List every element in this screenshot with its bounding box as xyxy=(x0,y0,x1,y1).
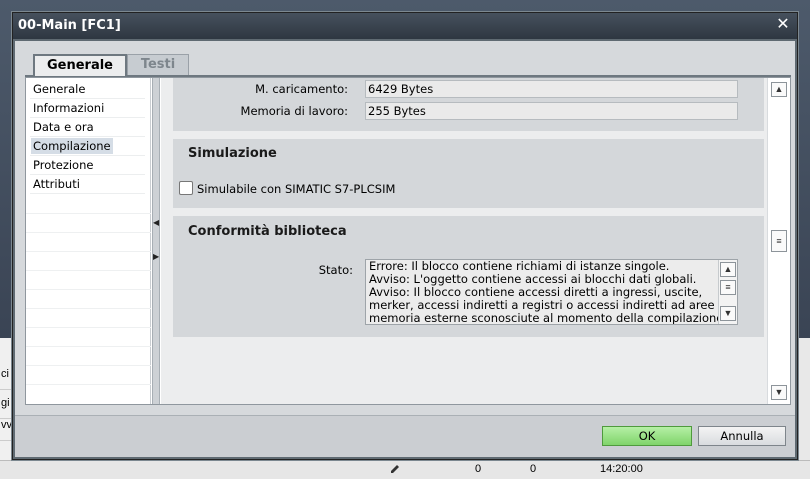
conformita-section: Conformità biblioteca Stato: Errore: Il … xyxy=(173,216,764,337)
nav-item-compilazione[interactable]: Compilazione xyxy=(30,137,145,156)
nav-item-protezione[interactable]: Protezione xyxy=(30,156,145,175)
simulazione-section: Simulazione Simulabile con SIMATIC S7-PL… xyxy=(173,139,764,208)
close-icon: ✕ xyxy=(776,16,790,33)
background-status-row: 0 0 14:20:00 xyxy=(0,460,810,479)
cancel-button[interactable]: Annulla xyxy=(698,426,786,446)
nav-item-label: Attributi xyxy=(33,177,80,191)
simulabile-checkbox[interactable] xyxy=(179,181,193,195)
tab-testi[interactable]: Testi xyxy=(127,54,189,76)
stato-textarea[interactable]: Errore: Il blocco contiene richiami di i… xyxy=(365,259,738,325)
simulazione-title: Simulazione xyxy=(188,146,277,161)
nav-divider xyxy=(26,346,151,347)
dialog-footer: OK Annulla xyxy=(15,415,795,457)
dialog-title: 00-Main [FC1] xyxy=(18,18,121,33)
nav-divider xyxy=(26,289,151,290)
title-bar[interactable]: 00-Main [FC1] ✕ xyxy=(13,13,797,39)
nav-item-label: Data e ora xyxy=(33,120,94,134)
stato-label: Stato: xyxy=(318,263,353,277)
simulabile-label[interactable]: Simulabile con SIMATIC S7-PLCSIM xyxy=(197,182,395,196)
nav-divider xyxy=(26,251,151,252)
panel-splitter[interactable]: ◀ ▶ xyxy=(152,78,160,404)
nav-item-label: Informazioni xyxy=(33,101,105,115)
scroll-up-icon[interactable]: ▲ xyxy=(720,262,736,277)
properties-panel: M. caricamento: 6429 Bytes Memoria di la… xyxy=(161,78,767,404)
nav-divider xyxy=(26,213,151,214)
panel-scrollbar[interactable]: ▲ ≡ ▼ xyxy=(767,78,790,404)
scroll-down-icon[interactable]: ▼ xyxy=(720,306,736,321)
nav-divider xyxy=(26,232,151,233)
nav-divider xyxy=(26,270,151,271)
nav-item-label: Compilazione xyxy=(31,138,113,154)
tab-generale[interactable]: Generale xyxy=(33,54,127,76)
nav-item-generale[interactable]: Generale xyxy=(30,80,145,99)
nav-divider xyxy=(26,308,151,309)
expand-right-arrow-icon[interactable]: ▶ xyxy=(153,252,159,262)
scroll-thumb-icon[interactable]: ≡ xyxy=(771,230,787,252)
load-memory-field[interactable]: 6429 Bytes xyxy=(365,80,738,98)
tab-content: Generale Informazioni Data e ora Compila… xyxy=(25,77,791,405)
collapse-left-arrow-icon[interactable]: ◀ xyxy=(153,218,159,228)
memory-section: M. caricamento: 6429 Bytes Memoria di la… xyxy=(173,78,764,131)
properties-nav: Generale Informazioni Data e ora Compila… xyxy=(26,78,151,404)
conformita-title: Conformità biblioteca xyxy=(188,224,347,239)
nav-item-label: Generale xyxy=(33,82,86,96)
nav-item-informazioni[interactable]: Informazioni xyxy=(30,99,145,118)
dialog-body: Generale Testi Generale Informazioni Dat… xyxy=(15,41,795,457)
nav-item-label: Protezione xyxy=(33,158,94,172)
ok-button[interactable]: OK xyxy=(602,426,692,446)
close-button[interactable]: ✕ xyxy=(775,17,791,33)
work-memory-field[interactable]: 255 Bytes xyxy=(365,102,738,120)
nav-divider xyxy=(26,365,151,366)
nav-divider xyxy=(26,384,151,385)
status-time: 14:20:00 xyxy=(600,463,643,475)
scroll-up-icon[interactable]: ▲ xyxy=(771,82,787,97)
nav-item-data-e-ora[interactable]: Data e ora xyxy=(30,118,145,137)
work-memory-label: Memoria di lavoro: xyxy=(240,104,348,118)
nav-divider xyxy=(26,327,151,328)
status-value: 0 xyxy=(530,463,537,475)
scroll-thumb-icon[interactable]: ≡ xyxy=(720,280,736,295)
status-value: 0 xyxy=(475,463,482,475)
scroll-down-icon[interactable]: ▼ xyxy=(771,385,787,400)
properties-dialog: 00-Main [FC1] ✕ Generale Testi Generale … xyxy=(12,12,798,460)
nav-item-attributi[interactable]: Attributi xyxy=(30,175,145,194)
stato-scrollbar[interactable]: ▲ ≡ ▼ xyxy=(718,260,737,324)
stato-line: memoria esterne sconosciute al momento d… xyxy=(369,311,724,325)
pencil-icon xyxy=(391,465,399,473)
load-memory-label: M. caricamento: xyxy=(255,82,348,96)
